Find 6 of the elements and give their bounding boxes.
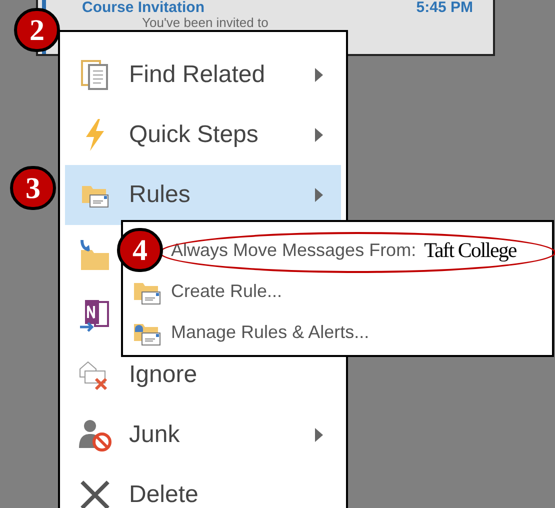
message-preview: You've been invited to — [142, 16, 270, 30]
message-subject: Course Invitation — [82, 0, 205, 16]
step-badge: 2 — [14, 8, 60, 52]
sender-name: Taft College — [424, 236, 516, 264]
step-badge: 3 — [10, 166, 56, 210]
message-time: 5:45 PM — [416, 0, 473, 16]
